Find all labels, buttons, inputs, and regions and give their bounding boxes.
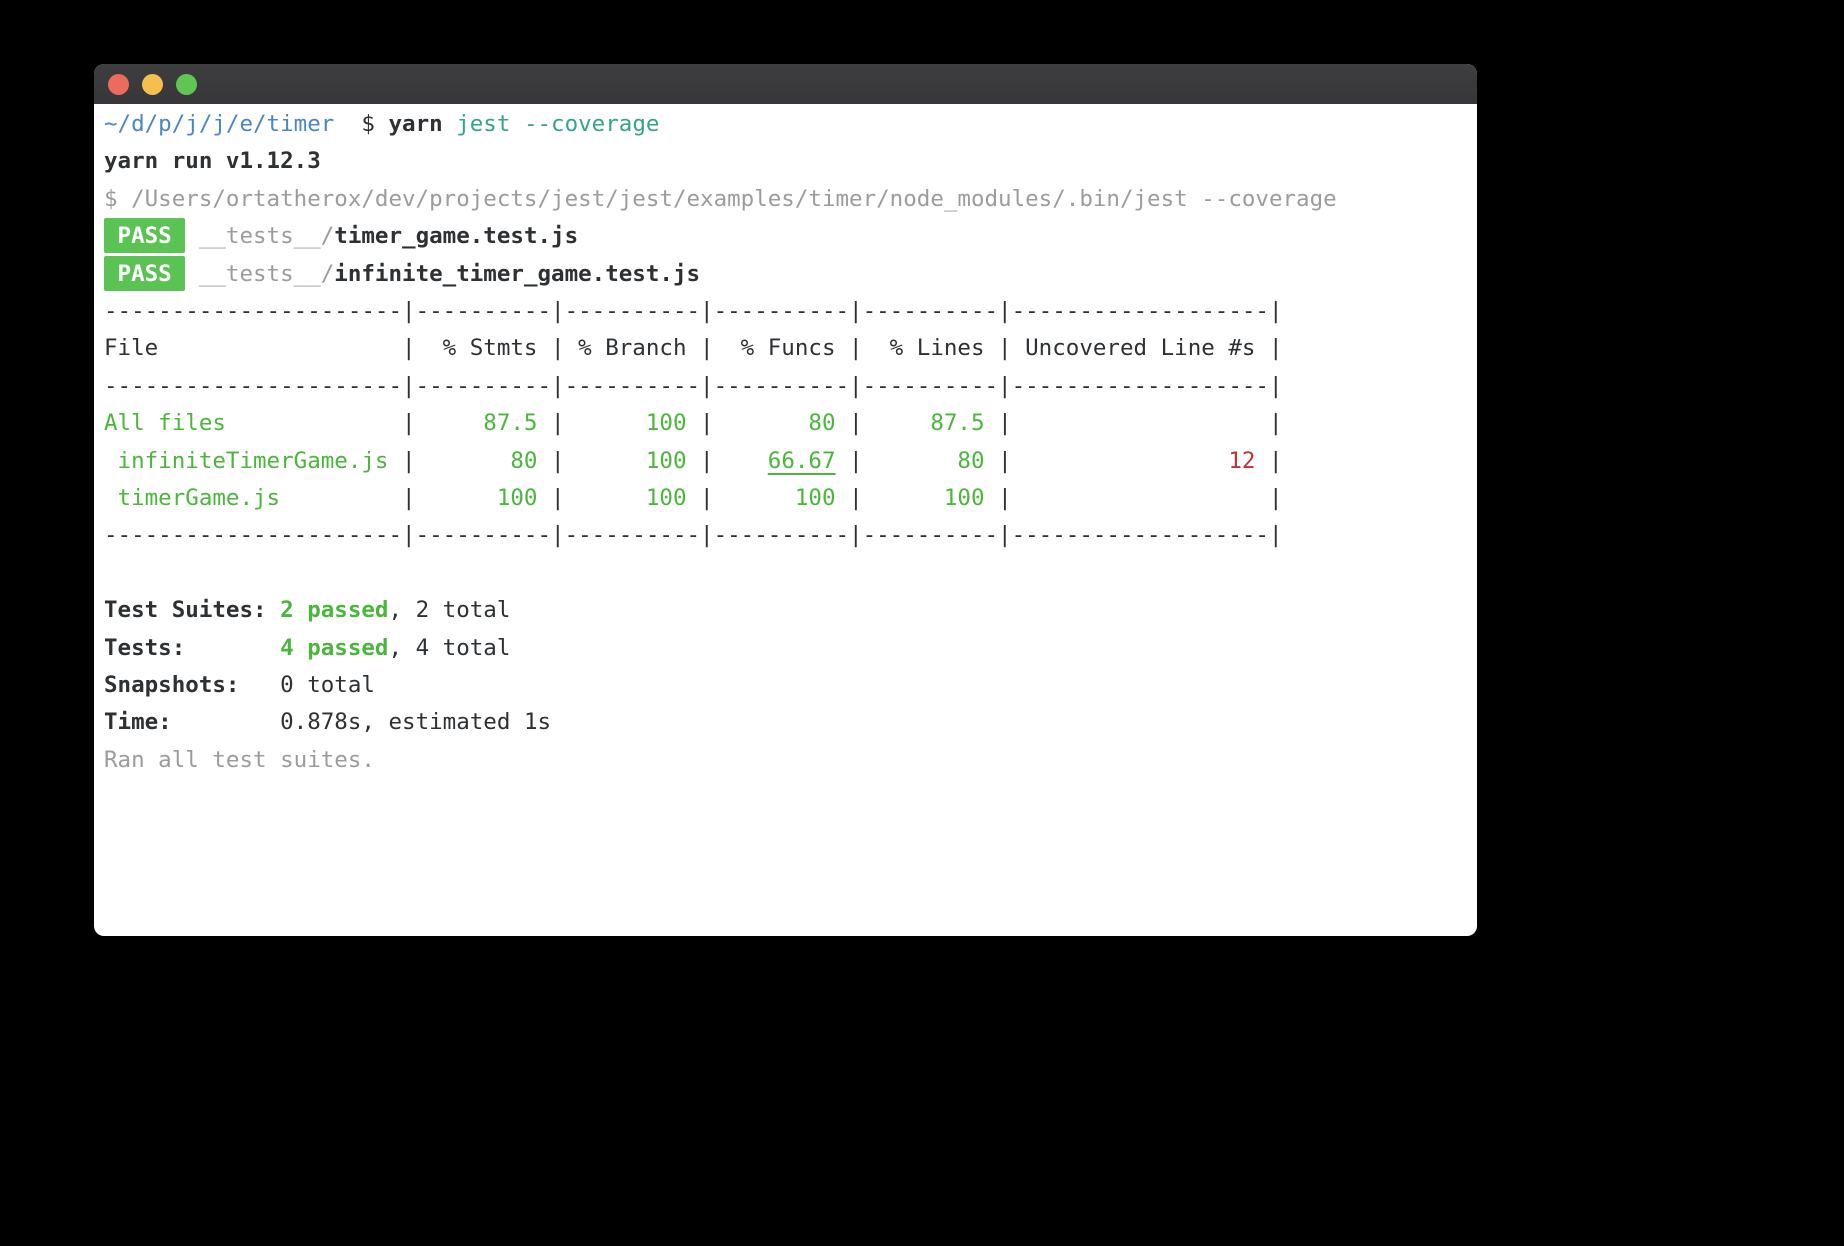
pass-line-timer-game: PASS __tests__/timer_game.test.js [104,218,1477,255]
table-row-all-files: All files | 87.5 | 100 | 80 | 87.5 | | [104,405,1477,442]
resolved-command: $ /Users/ortatherox/dev/projects/jest/je… [104,186,1337,212]
test-dir: __tests__/ [199,261,334,287]
window-titlebar [94,64,1477,104]
file-name: timerGame.js [104,485,402,511]
table-row-timer-game: timerGame.js | 100 | 100 | 100 | 100 | | [104,480,1477,517]
summary-tests: Tests: 4 passed, 4 total [104,630,1477,667]
branch-value: 100 [565,448,700,474]
stmts-value: 80 [416,448,551,474]
branch-value: 100 [565,410,700,436]
prompt-path: ~/d/p/j/j/e/timer [104,111,334,137]
close-button[interactable] [108,74,129,95]
zoom-button[interactable] [176,74,197,95]
funcs-value: 100 [714,485,849,511]
test-file: timer_game.test.js [334,223,578,249]
yarn-version: yarn run v1.12.3 [104,148,321,174]
terminal-window: ~/d/p/j/j/e/timer $ yarn jest --coverage… [94,64,1477,936]
pass-line-infinite-timer-game: PASS __tests__/infinite_timer_game.test.… [104,256,1477,293]
table-separator: ----------------------|----------|------… [104,293,1477,330]
command-path-line: $ /Users/ortatherox/dev/projects/jest/je… [104,181,1477,218]
command-args: jest --coverage [443,111,660,137]
passed-count: 4 passed [280,635,388,661]
test-dir: __tests__/ [199,223,334,249]
summary-label: Tests: [104,635,280,661]
minimize-button[interactable] [142,74,163,95]
blank-line [104,555,1477,592]
file-name: infiniteTimerGame.js [104,448,402,474]
table-separator: ----------------------|----------|------… [104,517,1477,554]
lines-value: 80 [863,448,998,474]
time-value: 0.878s, estimated 1s [280,709,551,735]
funcs-value: 80 [714,410,849,436]
branch-value: 100 [565,485,700,511]
table-row-infinite-timer-game: infiniteTimerGame.js | 80 | 100 | 66.67 … [104,443,1477,480]
pass-badge: PASS [104,218,185,253]
lines-value: 87.5 [863,410,998,436]
summary-time: Time: 0.878s, estimated 1s [104,704,1477,741]
yarn-version-line: yarn run v1.12.3 [104,143,1477,180]
summary-label: Snapshots: [104,672,280,698]
prompt-dollar: $ [334,111,388,137]
ran-all-suites-line: Ran all test suites. [104,742,1477,779]
total-count: , 4 total [388,635,510,661]
stmts-value: 100 [416,485,551,511]
uncovered-line-number: 12 [1228,448,1255,474]
pass-badge: PASS [104,256,185,291]
test-file: infinite_timer_game.test.js [334,261,700,287]
uncovered-value [1012,485,1269,511]
table-header: File | % Stmts | % Branch | % Funcs | % … [104,330,1477,367]
total-count: , 2 total [388,597,510,623]
table-separator: ----------------------|----------|------… [104,368,1477,405]
lines-value: 100 [863,485,998,511]
prompt-line: ~/d/p/j/j/e/timer $ yarn jest --coverage [104,106,1477,143]
total-count: 0 total [280,672,375,698]
file-name: All files [104,410,402,436]
funcs-value-underlined: 66.67 [768,448,836,474]
footer-text: Ran all test suites. [104,747,375,773]
summary-label: Test Suites: [104,597,280,623]
summary-test-suites: Test Suites: 2 passed, 2 total [104,592,1477,629]
command-yarn: yarn [388,111,442,137]
uncovered-value [1012,410,1269,436]
terminal-content[interactable]: ~/d/p/j/j/e/timer $ yarn jest --coverage… [94,104,1477,779]
summary-label: Time: [104,709,280,735]
passed-count: 2 passed [280,597,388,623]
summary-snapshots: Snapshots: 0 total [104,667,1477,704]
stmts-value: 87.5 [416,410,551,436]
